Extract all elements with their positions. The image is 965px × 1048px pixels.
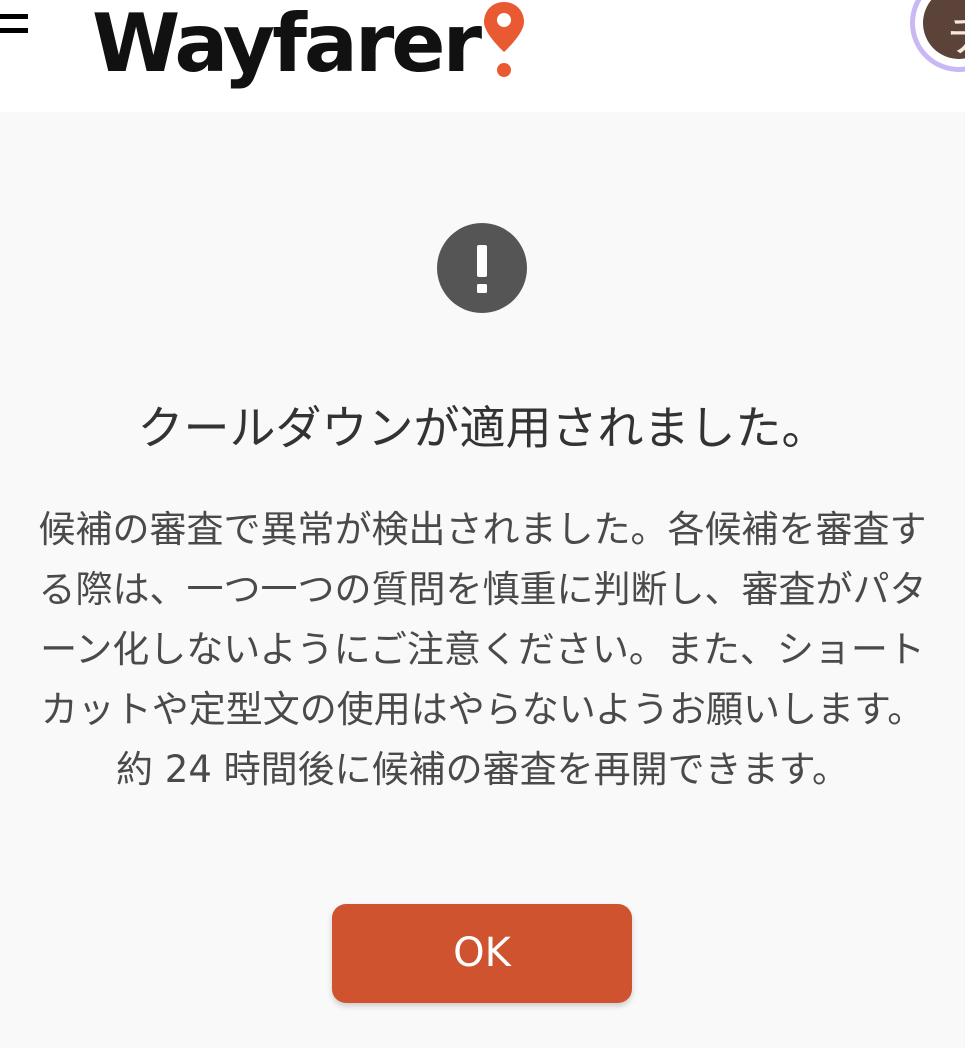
ok-button[interactable]: OK [332,904,632,1003]
exclamation-circle-icon [437,223,527,313]
message-line: る際は、一つ一つの質問を慎重に判断し、審査がパタ [38,568,927,611]
dialog-message: 候補の審査で異常が検出されました。各候補を審査す る際は、一つ一つの質問を慎重に… [6,500,959,800]
map-pin-icon [484,2,524,77]
avatar-initial: チ [923,0,965,59]
message-line: 候補の審査で異常が検出されました。各候補を審査す [38,508,927,551]
user-avatar[interactable]: チ [910,0,965,72]
dialog-title: クールダウンが適用されました。 [137,401,828,455]
wayfarer-logo: Wayfarer [92,0,482,90]
hamburger-menu-icon[interactable] [0,14,30,40]
app-header: Wayfarer チ [0,0,965,112]
message-line: カットや定型文の使用はやらないようお願いします。 [40,688,925,731]
message-line: ーン化しないようにご注意ください。また、ショート [40,628,925,671]
message-line: 約 24 時間後に候補の審査を再開できます。 [116,748,849,791]
